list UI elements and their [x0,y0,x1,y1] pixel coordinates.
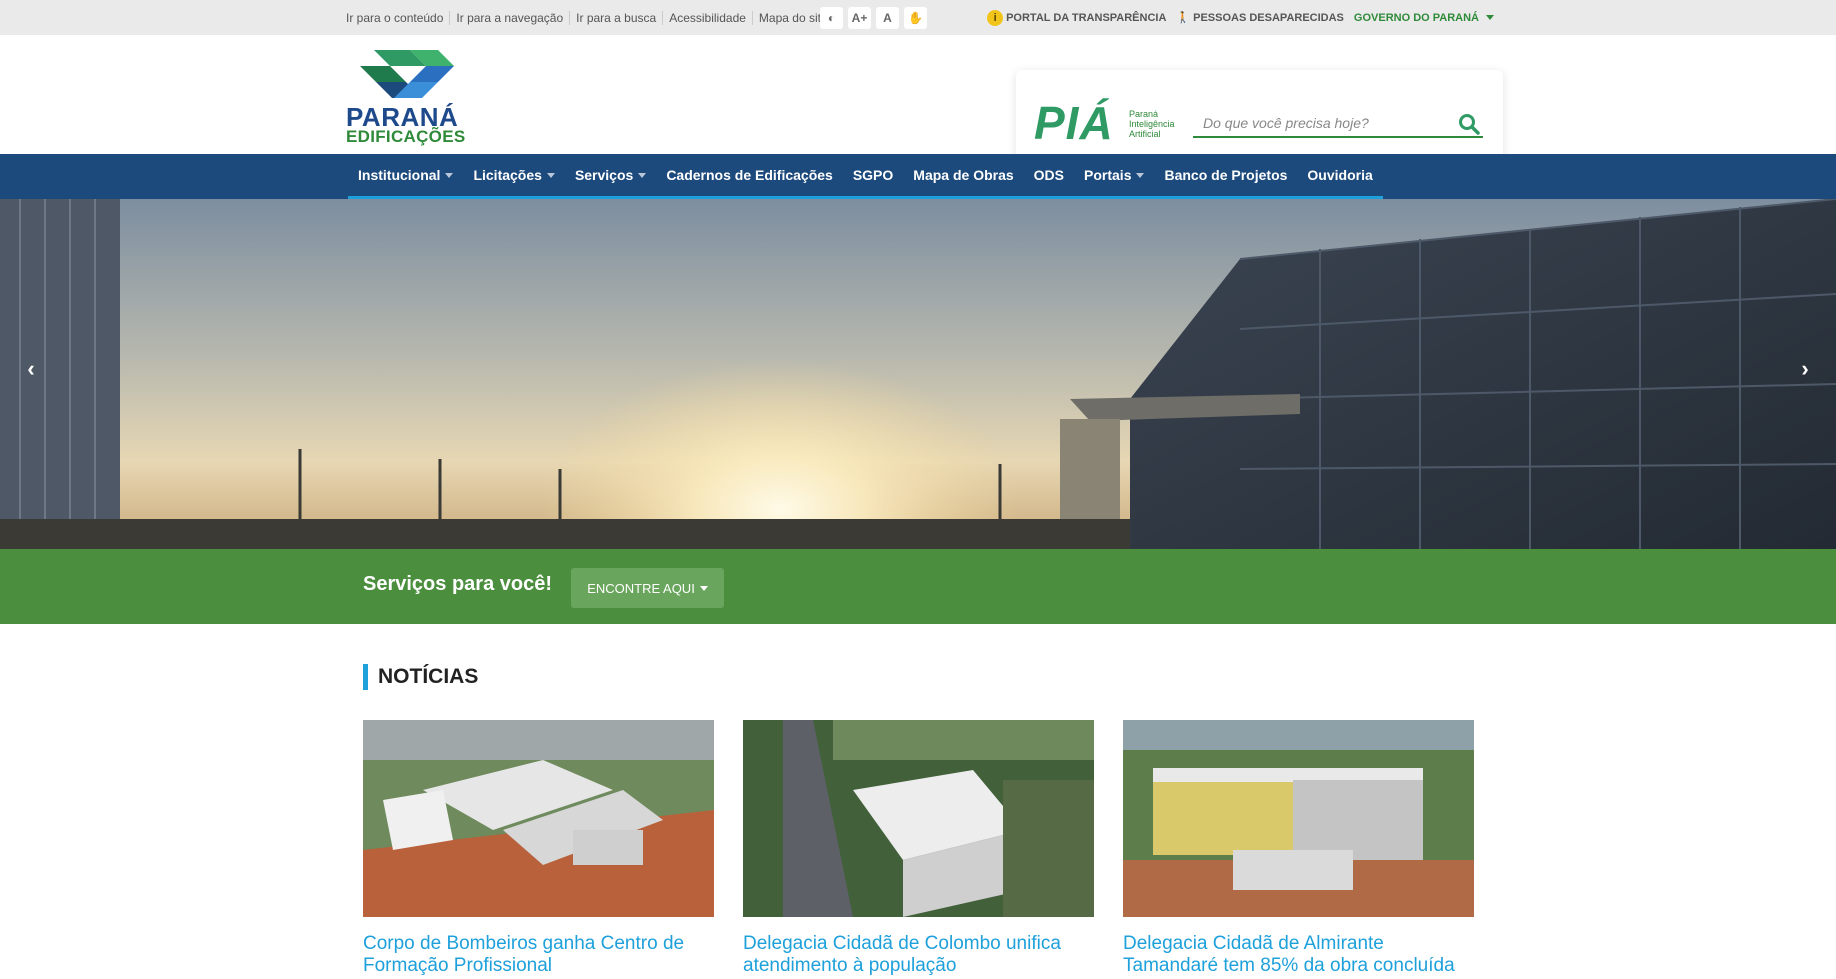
pia-tagline-line: Inteligência [1129,119,1175,129]
hero-image [0,199,1836,549]
governo-parana-dropdown[interactable]: GOVERNO DO PARANÁ [1354,12,1494,24]
carousel-prev-button[interactable]: ‹ [16,354,46,384]
gov-links: i PORTAL DA TRANSPARÊNCIA 🚶 PESSOAS DESA… [987,0,1494,35]
missing-persons-label: PESSOAS DESAPARECIDAS [1193,11,1344,24]
nav-item-cadernos-de-edifica-es[interactable]: Cadernos de Edificações [656,154,843,196]
nav-item-label: Ouvidoria [1307,167,1373,183]
news-card[interactable]: Delegacia Cidadã de Colombo unifica aten… [743,720,1094,977]
accessibility-link[interactable]: Acessibilidade [663,10,753,25]
nav-item-label: Portais [1084,167,1132,183]
nav-item-banco-de-projetos[interactable]: Banco de Projetos [1154,154,1297,196]
hero-carousel: ‹ › [0,199,1836,549]
skip-to-search-link[interactable]: Ir para a busca [570,10,664,25]
chevron-down-icon [445,172,454,178]
main-navigation: Institucional Licitações Serviços Cadernos … [0,154,1836,199]
nav-item-label: ODS [1033,167,1065,183]
find-services-label: ENCONTRE AQUI [587,580,695,596]
nav-item-label: Banco de Projetos [1164,167,1288,183]
sign-language-icon[interactable]: ✋ [904,7,927,29]
transparency-portal-label: PORTAL DA TRANSPARÊNCIA [1006,11,1167,24]
nav-item-licita-es[interactable]: Licitações [463,154,564,196]
transparency-portal-link[interactable]: i PORTAL DA TRANSPARÊNCIA [987,9,1167,26]
chevron-down-icon [638,172,647,178]
chevron-down-icon [1136,172,1145,178]
nav-item-servi-os[interactable]: Serviços [565,154,656,196]
news-image[interactable] [363,720,714,917]
pia-tagline-line: Artificial [1129,129,1161,139]
carousel-next-button[interactable]: › [1790,354,1820,384]
search-input[interactable] [1193,110,1483,138]
missing-persons-link[interactable]: 🚶 PESSOAS DESAPARECIDAS [1176,11,1344,25]
news-heading: NOTÍCIAS [363,664,478,690]
services-title: Serviços para você! [363,573,552,595]
search-card: PIÁ Paraná Inteligência Artificial [1016,70,1503,165]
nav-item-ouvidoria[interactable]: Ouvidoria [1297,154,1382,196]
nav-item-sgpo[interactable]: SGPO [843,154,903,196]
nav-item-label: SGPO [852,167,894,183]
nav-item-portais[interactable]: Portais [1074,154,1154,196]
chevron-down-icon [699,585,708,591]
utility-bar: Ir para o conteúdo Ir para a navegação I… [0,0,1836,35]
nav-items: Institucional Licitações Serviços Cadernos … [348,154,1383,199]
info-icon: i [987,9,1004,26]
skip-links: Ir para o conteúdo Ir para a navegação I… [346,0,834,35]
nav-item-label: Serviços [574,167,634,183]
news-title[interactable]: Delegacia Cidadã de Almirante Tamandaré … [1123,933,1474,977]
services-band: Serviços para você! ENCONTRE AQUI [0,549,1836,624]
nav-item-label: Licitações [473,167,542,183]
nav-item-label: Institucional [358,167,441,183]
governo-parana-label: GOVERNO DO PARANÁ [1353,11,1479,24]
accessibility-buttons: ◐ A+ A ✋ [820,7,927,29]
news-image[interactable] [1123,720,1474,917]
skip-to-content-link[interactable]: Ir para o conteúdo [346,10,451,25]
logo-subtitle: EDIFICAÇÕES [346,127,466,146]
increase-font-button[interactable]: A+ [848,7,871,29]
search-icon[interactable] [1458,113,1480,135]
nav-item-ods[interactable]: ODS [1024,154,1074,196]
chevron-down-icon [546,172,555,178]
find-services-button[interactable]: ENCONTRE AQUI [571,568,724,608]
news-title[interactable]: Delegacia Cidadã de Colombo unifica aten… [743,933,1094,977]
nav-item-label: Cadernos de Edificações [666,167,833,183]
site-header: PARANÁ EDIFICAÇÕES PIÁ Paraná Inteligênc… [0,35,1836,165]
skip-to-navigation-link[interactable]: Ir para a navegação [450,10,571,25]
contrast-icon[interactable]: ◐ [820,7,843,29]
pia-logo[interactable]: PIÁ [1034,100,1114,146]
news-card[interactable]: Delegacia Cidadã de Almirante Tamandaré … [1123,720,1474,977]
nav-item-label: Mapa de Obras [913,167,1014,183]
pia-tagline: Paraná Inteligência Artificial [1129,109,1175,139]
nav-item-institucional[interactable]: Institucional [348,154,463,196]
chevron-down-icon [1486,15,1494,20]
news-title[interactable]: Corpo de Bombeiros ganha Centro de Forma… [363,933,714,977]
person-icon: 🚶 [1176,12,1191,24]
pia-tagline-line: Paraná [1129,109,1159,119]
nav-item-mapa-de-obras[interactable]: Mapa de Obras [903,154,1023,196]
news-card[interactable]: Corpo de Bombeiros ganha Centro de Forma… [363,720,714,977]
reset-font-button[interactable]: A [876,7,899,29]
news-image[interactable] [743,720,1094,917]
